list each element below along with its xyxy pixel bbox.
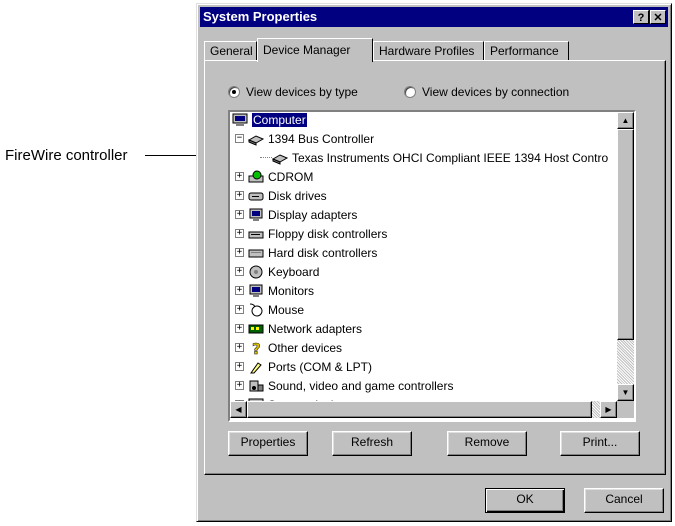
scroll-left-icon[interactable]: ◀ [230, 401, 247, 418]
ok-button[interactable]: OK [485, 488, 565, 513]
disk-drive-icon [248, 189, 264, 203]
tree-item-label: Computer [252, 112, 307, 127]
tree-connector [260, 156, 272, 159]
horizontal-scrollbar[interactable]: ◀ ▶ [230, 401, 617, 418]
tree-item[interactable]: + Disk drives [235, 186, 327, 205]
properties-button[interactable]: Properties [228, 431, 308, 456]
tree-item[interactable]: Computer [232, 112, 307, 129]
computer-icon [232, 113, 248, 127]
expand-icon[interactable]: + [235, 248, 244, 257]
tree-item[interactable]: + Mouse [235, 300, 304, 319]
scroll-thumb-horizontal[interactable] [247, 401, 592, 418]
tab-general[interactable]: General [204, 41, 257, 61]
radio-label: View devices by connection [422, 85, 570, 99]
keyboard-icon [248, 265, 264, 279]
tree-item[interactable]: + Keyboard [235, 262, 319, 281]
tab-device-manager[interactable]: Device Manager [257, 38, 373, 62]
close-button[interactable]: ✕ [650, 10, 666, 24]
tree-item[interactable]: Texas Instruments OHCI Compliant IEEE 13… [260, 148, 608, 167]
network-icon [248, 322, 264, 336]
window-title: System Properties [203, 9, 318, 24]
tree-item-label: 1394 Bus Controller [268, 131, 375, 146]
refresh-button[interactable]: Refresh [332, 431, 412, 456]
tree-item-label: Keyboard [268, 264, 320, 279]
tree-item-label: CDROM [268, 169, 314, 184]
sound-icon [248, 379, 264, 393]
radio-label: View devices by type [246, 85, 358, 99]
tree-item-label: Display adapters [268, 207, 358, 222]
controller-icon [271, 151, 289, 165]
expand-icon[interactable]: + [235, 229, 244, 238]
controller-icon [247, 132, 265, 146]
tree-item-label: Floppy disk controllers [268, 226, 388, 241]
collapse-icon[interactable]: − [235, 134, 244, 143]
system-properties-window: System Properties ? ✕ General Device Man… [196, 3, 672, 522]
radio-view-by-connection[interactable]: View devices by connection [404, 84, 569, 100]
tree-item-label: Ports (COM & LPT) [268, 359, 373, 374]
floppy-icon [248, 227, 264, 241]
tree-item[interactable]: + Display adapters [235, 205, 357, 224]
tree-item-label: Other devices [268, 340, 343, 355]
scroll-up-icon[interactable]: ▲ [617, 112, 634, 129]
tree-item[interactable]: + Floppy disk controllers [235, 224, 387, 243]
tree-item-label: Mouse [268, 302, 305, 317]
vertical-scrollbar[interactable]: ▲ ▼ [617, 112, 634, 401]
tree-item[interactable]: +? Other devices [235, 338, 343, 358]
radio-button-icon [228, 86, 240, 98]
tab-hardware-profiles[interactable]: Hardware Profiles [373, 41, 484, 61]
expand-icon[interactable]: + [235, 210, 244, 219]
device-tree-items: Computer − 1394 Bus Controller Texas Instru… [230, 112, 617, 401]
radio-view-by-type[interactable]: View devices by type [228, 84, 358, 100]
tree-item-label: Monitors [268, 283, 315, 298]
tree-item[interactable]: + CDROM [235, 167, 313, 186]
tree-item-label: Hard disk controllers [268, 245, 378, 260]
tree-item[interactable]: + Monitors [235, 281, 314, 300]
mouse-icon [248, 303, 264, 317]
expand-icon[interactable]: + [235, 305, 244, 314]
cdrom-icon [248, 170, 264, 184]
question-icon: ? [248, 339, 264, 358]
expand-icon[interactable]: + [235, 381, 244, 390]
radio-button-icon [404, 86, 416, 98]
tree-item[interactable]: − 1394 Bus Controller [235, 129, 374, 148]
monitor-icon [248, 284, 264, 298]
port-icon [248, 360, 264, 374]
hard-disk-icon [248, 246, 264, 260]
cancel-button[interactable]: Cancel [584, 488, 664, 513]
tree-item[interactable]: + Network adapters [235, 319, 362, 338]
tree-item[interactable]: + Hard disk controllers [235, 243, 377, 262]
remove-button[interactable]: Remove [447, 431, 527, 456]
tree-item-label: Disk drives [268, 188, 327, 203]
tree-item[interactable]: + Sound, video and game controllers [235, 376, 453, 395]
tree-item-label: Network adapters [268, 321, 363, 336]
scroll-down-icon[interactable]: ▼ [617, 384, 634, 401]
help-button[interactable]: ? [633, 10, 649, 24]
device-tree[interactable]: Computer − 1394 Bus Controller Texas Instru… [228, 110, 636, 422]
expand-icon[interactable]: + [235, 286, 244, 295]
scroll-right-icon[interactable]: ▶ [600, 401, 617, 418]
scroll-corner [617, 401, 634, 418]
firewire-callout-label: FireWire controller [5, 147, 128, 164]
tree-item-label: Sound, video and game controllers [268, 378, 454, 393]
expand-icon[interactable]: + [235, 324, 244, 333]
expand-icon[interactable]: + [235, 191, 244, 200]
scroll-thumb[interactable] [617, 129, 634, 340]
title-bar: System Properties ? ✕ [200, 7, 668, 27]
tree-item-label: Texas Instruments OHCI Compliant IEEE 13… [292, 150, 609, 165]
expand-icon[interactable]: + [235, 343, 244, 352]
monitor-icon [248, 208, 264, 222]
expand-icon[interactable]: + [235, 172, 244, 181]
tree-item[interactable]: + Ports (COM & LPT) [235, 357, 372, 376]
expand-icon[interactable]: + [235, 267, 244, 276]
expand-icon[interactable]: + [235, 362, 244, 371]
svg-text:?: ? [252, 341, 261, 355]
tab-performance[interactable]: Performance [484, 41, 569, 61]
print-button[interactable]: Print... [560, 431, 640, 456]
